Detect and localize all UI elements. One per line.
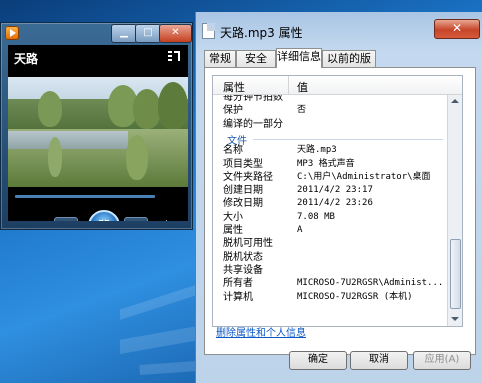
remove-properties-link[interactable]: 删除属性和个人信息 <box>216 324 306 339</box>
maximize-button[interactable]: □ <box>135 24 161 43</box>
close-button[interactable]: ✕ <box>159 24 192 43</box>
property-row[interactable]: 共享设备 <box>213 264 448 277</box>
vertical-scrollbar[interactable] <box>447 94 462 326</box>
scroll-down-icon[interactable] <box>451 317 459 321</box>
property-value: A <box>297 225 303 235</box>
property-row[interactable]: 文件夹路径 C:\用户\Administrator\桌面 <box>213 171 448 184</box>
property-row[interactable]: 名称 天路.mp3 <box>213 144 448 157</box>
property-value: 否 <box>297 105 307 116</box>
previous-icon <box>55 218 77 221</box>
property-list[interactable]: 属性 值 每分钟节拍数 保护否编译的一部分 文件 名称 天路.mp3 项目类型 MP3 格式… <box>212 75 463 327</box>
list-header: 属性 值 <box>213 76 462 95</box>
dialog-title: 天路.mp3 属性 <box>220 26 303 40</box>
property-name: 所有者 <box>223 278 253 290</box>
tab-details[interactable]: 详细信息 <box>276 48 322 68</box>
property-name: 编译的一部分 <box>223 118 283 130</box>
media-player-window: ▁ □ ✕ 天路 <box>0 22 193 230</box>
now-playing-title: 天路 <box>14 52 39 66</box>
switch-to-library-icon[interactable] <box>168 51 180 61</box>
property-value: 天路.mp3 <box>297 145 337 156</box>
scrollbar-thumb[interactable] <box>450 239 461 309</box>
property-name: 共享设备 <box>223 264 263 276</box>
property-name: 创建日期 <box>223 185 263 197</box>
property-row[interactable]: 保护 否 <box>213 104 448 117</box>
cancel-button[interactable]: 取消 <box>350 351 408 370</box>
property-row[interactable]: 脱机状态 <box>213 251 448 264</box>
dialog-close-button[interactable]: ✕ <box>434 19 480 39</box>
property-name: 修改日期 <box>223 198 263 210</box>
property-name: 计算机 <box>223 291 253 303</box>
property-row[interactable]: 所有者 MICROSO-7U2RGSR\Administ... <box>213 277 448 290</box>
properties-dialog: 天路.mp3 属性 ✕ 常规 安全 详细信息 以前的版本 属性 值 每分钟节拍数… <box>195 12 482 383</box>
tab-previous-versions[interactable]: 以前的版本 <box>322 50 376 81</box>
property-row[interactable]: 修改日期 2011/4/2 23:26 <box>213 197 448 210</box>
previous-button[interactable] <box>54 217 78 221</box>
property-value: MICROSO-7U2RGSR\Administ... <box>297 278 444 289</box>
property-value: MP3 格式声音 <box>297 158 355 169</box>
property-value: 2011/4/2 23:26 <box>297 198 373 209</box>
property-row[interactable]: 大小 7.08 MB <box>213 211 448 224</box>
apply-button[interactable]: 应用(A) <box>413 351 471 370</box>
property-name: 属性 <box>223 225 243 236</box>
property-row[interactable]: 创建日期 2011/4/2 23:17 <box>213 184 448 197</box>
tab-security[interactable]: 安全 <box>236 50 276 67</box>
property-name: 项目类型 <box>223 158 263 170</box>
property-value: 7.08 MB <box>297 211 335 222</box>
property-name: 脱机可用性 <box>223 238 273 250</box>
property-name: 大小 <box>223 211 243 223</box>
property-name: 名称 <box>223 145 243 157</box>
video-frame <box>8 77 188 187</box>
scroll-up-icon[interactable] <box>451 99 459 103</box>
column-property[interactable]: 属性 <box>223 79 245 95</box>
seek-bar[interactable] <box>15 195 155 198</box>
property-name: 脱机状态 <box>223 251 263 263</box>
column-value[interactable]: 值 <box>297 79 308 95</box>
pause-button[interactable] <box>88 210 120 221</box>
tab-general[interactable]: 常规 <box>204 50 236 67</box>
property-value: 2011/4/2 23:17 <box>297 185 373 196</box>
next-button[interactable] <box>124 217 148 221</box>
details-panel: 属性 值 每分钟节拍数 保护否编译的一部分 文件 名称 天路.mp3 项目类型 MP3 格式… <box>204 67 476 355</box>
volume-button[interactable] <box>160 219 172 221</box>
minimize-button[interactable]: ▁ <box>111 24 137 43</box>
next-icon <box>125 218 147 221</box>
property-value: C:\用户\Administrator\桌面 <box>297 171 431 182</box>
property-row[interactable]: 脱机可用性 <box>213 237 448 250</box>
player-titlebar[interactable]: ▁ □ ✕ <box>1 23 192 45</box>
property-name: 文件夹路径 <box>223 171 273 183</box>
video-area[interactable]: 天路 <box>8 45 188 221</box>
property-row[interactable]: 项目类型 MP3 格式声音 <box>213 158 448 171</box>
document-icon <box>202 23 215 39</box>
property-row[interactable]: 编译的一部分 <box>213 118 448 131</box>
property-value: MICROSO-7U2RGSR (本机) <box>297 291 413 302</box>
property-row[interactable]: 属性 A <box>213 224 448 237</box>
speaker-icon <box>165 220 167 221</box>
property-row[interactable]: 计算机 MICROSO-7U2RGSR (本机) <box>213 291 448 304</box>
group-separator <box>253 138 443 140</box>
ok-button[interactable]: 确定 <box>289 351 347 370</box>
media-player-icon <box>5 26 19 40</box>
property-name: 保护 <box>223 105 243 117</box>
